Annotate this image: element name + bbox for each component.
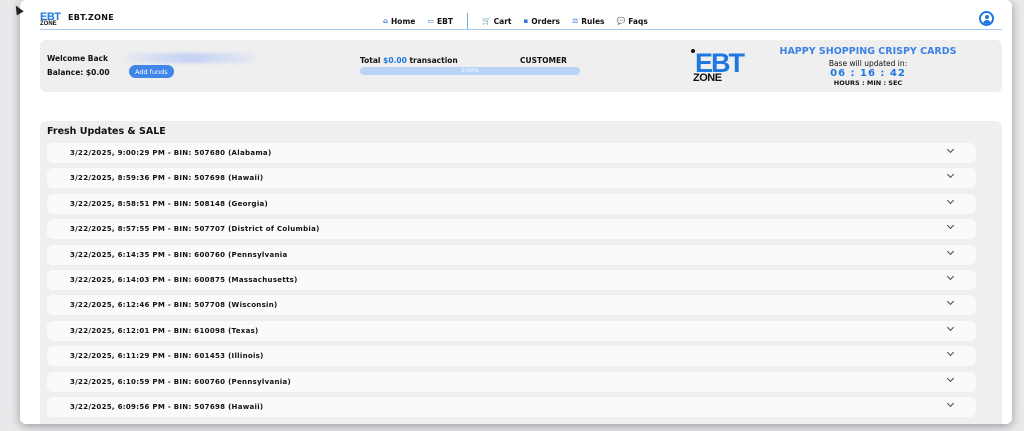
nav-item-cart[interactable]: 🛒 Cart <box>482 17 512 26</box>
update-item-text: 3/22/2025, 6:11:29 PM - BIN: 601453 (Ill… <box>70 352 264 361</box>
transaction-progress-bar: 0.00% <box>360 67 580 75</box>
chevron-down-icon[interactable] <box>946 222 955 230</box>
update-item-text: 3/22/2025, 6:14:35 PM - BIN: 600760 (Pen… <box>70 250 288 259</box>
chevron-down-icon[interactable] <box>946 196 955 204</box>
chevron-down-icon[interactable] <box>946 171 955 179</box>
balance-text: Balance: $0.00 <box>47 68 110 77</box>
panel-title: Fresh Updates & SALE <box>47 126 166 137</box>
countdown-label: HOURS : MIN : SEC <box>833 79 903 87</box>
user-body-shape <box>982 20 991 24</box>
welcome-text: Welcome Back <box>47 54 108 63</box>
update-accordion-item[interactable]: 3/22/2025, 6:10:59 PM - BIN: 600760 (Pen… <box>47 371 976 392</box>
update-item-text: 3/22/2025, 8:58:51 PM - BIN: 508148 (Geo… <box>70 199 269 208</box>
nav-item-rules[interactable]: ⚖ Rules <box>572 17 605 26</box>
rules-icon: ⚖ <box>571 17 579 25</box>
cart-icon: 🛒 <box>481 17 491 25</box>
account-info-card: Welcome Back Balance: $0.00 Add funds To… <box>40 40 1002 92</box>
logo-zone-text: ZONE <box>693 72 722 84</box>
faqs-icon: 💬 <box>616 17 626 25</box>
top-navbar: EBT ZONE EBT.ZONE ⌂ Home ▭ EBT 🛒 Cart ▪ … <box>40 8 1002 30</box>
update-item-text: 3/22/2025, 6:09:56 PM - BIN: 507698 (Haw… <box>70 402 264 411</box>
progress-percent-text: 0.00% <box>461 68 479 74</box>
update-accordion-item[interactable]: 3/22/2025, 6:12:01 PM - BIN: 610098 (Tex… <box>47 320 976 341</box>
update-item-text: 3/22/2025, 6:12:46 PM - BIN: 507708 (Wis… <box>70 301 278 310</box>
nav-item-label: Home <box>391 16 416 26</box>
total-transaction-text: Total $0.00 transaction <box>360 56 458 65</box>
countdown-timer: 06 : 16 : 42 <box>830 68 906 79</box>
promo-title: HAPPY SHOPPING CRISPY CARDS <box>779 46 957 57</box>
update-accordion-item[interactable]: 3/22/2025, 9:00:29 PM - BIN: 507680 (Ala… <box>47 143 976 163</box>
chevron-down-icon[interactable] <box>946 323 955 331</box>
nav-item-label: Faqs <box>628 16 648 26</box>
update-accordion-item[interactable]: 3/22/2025, 8:57:55 PM - BIN: 507707 (Dis… <box>47 219 976 240</box>
update-accordion-item[interactable]: 3/22/2025, 6:14:35 PM - BIN: 600760 (Pen… <box>47 244 976 265</box>
home-icon: ⌂ <box>383 17 389 25</box>
ebt-zone-logo: EBT ZONE <box>691 49 747 85</box>
updates-list: 3/22/2025, 9:00:29 PM - BIN: 507680 (Ala… <box>47 143 976 422</box>
chevron-down-icon[interactable] <box>946 399 955 407</box>
chevron-down-icon[interactable] <box>946 247 955 255</box>
nav-item-home[interactable]: ⌂ Home <box>383 17 415 26</box>
update-accordion-item[interactable]: 3/22/2025, 8:59:36 PM - BIN: 507698 (Haw… <box>47 168 976 189</box>
nav-item-orders[interactable]: ▪ Orders <box>524 17 560 26</box>
total-suffix: transaction <box>406 56 458 65</box>
update-item-text: 3/22/2025, 9:00:29 PM - BIN: 507680 (Ala… <box>70 149 272 157</box>
nav-divider <box>466 13 468 29</box>
user-account-icon[interactable] <box>979 11 994 26</box>
chevron-down-icon[interactable] <box>946 272 955 280</box>
user-head-shape <box>984 15 989 19</box>
nav-item-label: Rules <box>581 16 605 26</box>
blurred-username <box>125 53 255 63</box>
updates-panel: Fresh Updates & SALE 3/22/2025, 9:00:29 … <box>40 121 1002 424</box>
update-accordion-item[interactable]: 3/22/2025, 6:11:29 PM - BIN: 601453 (Ill… <box>47 346 976 367</box>
brand-name[interactable]: EBT.ZONE <box>68 13 114 22</box>
update-item-text: 3/22/2025, 6:10:59 PM - BIN: 600760 (Pen… <box>70 377 292 386</box>
update-item-text: 3/22/2025, 8:57:55 PM - BIN: 507707 (Dis… <box>70 225 320 234</box>
update-accordion-item[interactable]: 3/22/2025, 6:14:03 PM - BIN: 600875 (Mas… <box>47 269 976 290</box>
chevron-down-icon[interactable] <box>946 349 955 357</box>
update-item-text: 3/22/2025, 8:59:36 PM - BIN: 507698 (Haw… <box>70 174 264 183</box>
chevron-down-icon[interactable] <box>946 374 955 382</box>
total-amount: $0.00 <box>383 56 407 65</box>
nav-item-label: Orders <box>531 16 560 26</box>
nav-item-faqs[interactable]: 💬 Faqs <box>617 17 648 26</box>
chevron-down-icon[interactable] <box>946 145 955 154</box>
add-funds-button[interactable]: Add funds <box>129 65 174 78</box>
update-accordion-item[interactable]: 3/22/2025, 6:12:46 PM - BIN: 507708 (Wis… <box>47 295 976 316</box>
update-item-text: 3/22/2025, 6:12:01 PM - BIN: 610098 (Tex… <box>70 326 259 335</box>
promo-subtitle: Base will updated in: <box>828 59 908 68</box>
browser-page: EBT ZONE EBT.ZONE ⌂ Home ▭ EBT 🛒 Cart ▪ … <box>20 0 1012 424</box>
site-logo[interactable]: EBT ZONE <box>40 11 61 28</box>
chevron-down-icon[interactable] <box>946 298 955 306</box>
nav-item-label: Cart <box>493 16 512 26</box>
orders-icon: ▪ <box>523 17 529 25</box>
update-item-text: 3/22/2025, 6:14:03 PM - BIN: 600875 (Mas… <box>70 275 298 284</box>
nav-item-ebt[interactable]: ▭ EBT <box>427 17 453 26</box>
card-icon: ▭ <box>427 17 434 25</box>
total-prefix: Total <box>360 56 384 65</box>
nav-links: ⌂ Home ▭ EBT 🛒 Cart ▪ Orders ⚖ Rules 💬 F… <box>383 13 660 29</box>
update-accordion-item[interactable]: 3/22/2025, 8:58:51 PM - BIN: 508148 (Geo… <box>47 193 976 214</box>
nav-item-label: EBT <box>436 16 453 26</box>
customer-role-label: CUSTOMER <box>520 56 567 65</box>
update-accordion-item[interactable]: 3/22/2025, 6:09:56 PM - BIN: 507698 (Haw… <box>47 396 976 417</box>
